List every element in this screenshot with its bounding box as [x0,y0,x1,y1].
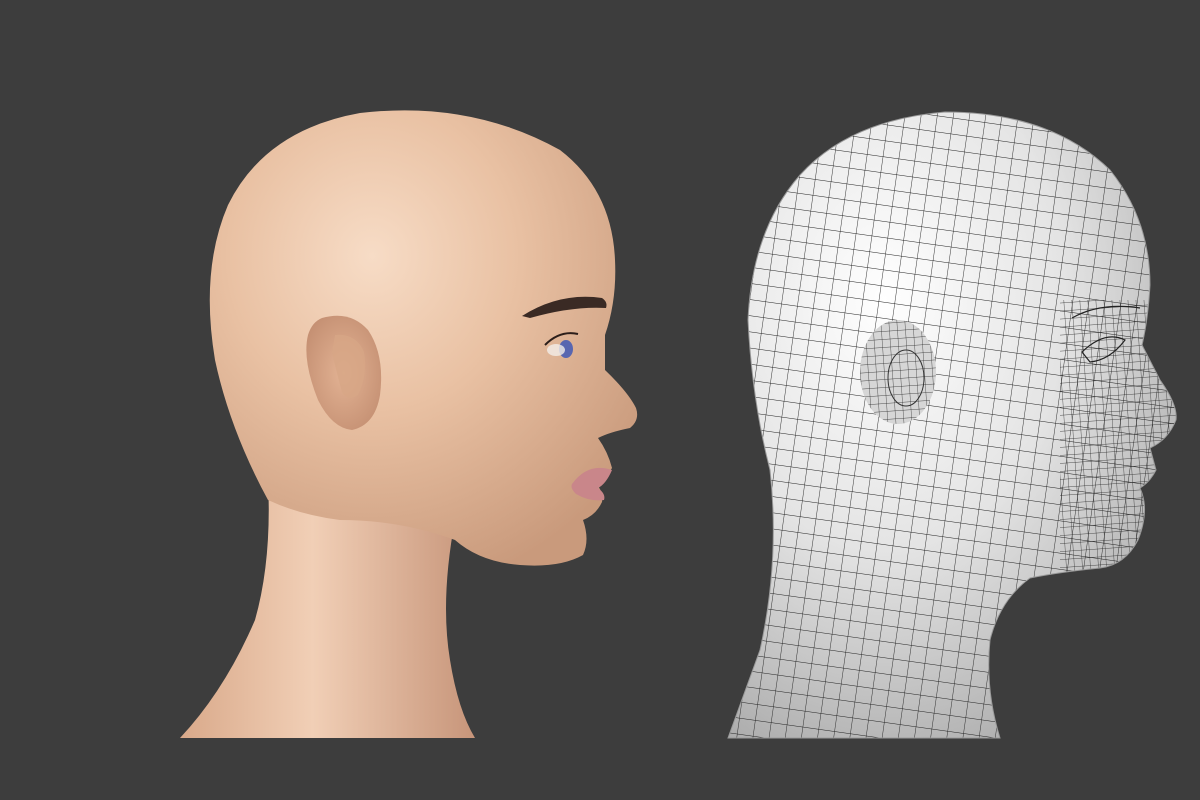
wireframe-face-mesh [1060,300,1177,580]
eye-white [547,344,565,356]
wireframe-head-render [727,111,1177,739]
shaded-head-render [180,110,638,738]
wireframe-ear-mesh [860,320,936,424]
shaded-head-shape [209,110,638,566]
render-canvas [180,110,1177,739]
render-viewport [0,0,1200,800]
